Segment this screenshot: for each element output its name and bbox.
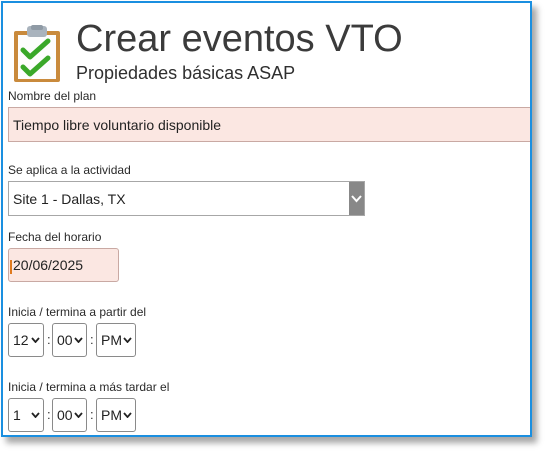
- plan-name-input[interactable]: Tiempo libre voluntario disponible: [8, 107, 530, 142]
- start-time-label: Inicia / termina a partir del: [8, 305, 147, 319]
- text-cursor: [10, 260, 12, 274]
- start-minute-select[interactable]: 00: [52, 323, 87, 357]
- plan-name-value: Tiempo libre voluntario disponible: [13, 116, 222, 133]
- time-separator: :: [90, 407, 94, 422]
- schedule-date-value: 20/06/2025: [13, 257, 84, 273]
- chevron-down-icon[interactable]: [349, 182, 364, 215]
- plan-name-label: Nombre del plan: [8, 89, 97, 103]
- time-separator: :: [47, 332, 51, 347]
- end-hour-select[interactable]: 1: [8, 398, 44, 432]
- clipboard-check-icon: [14, 25, 60, 82]
- end-ampm-select[interactable]: PM: [96, 398, 136, 432]
- chevron-down-icon: [74, 412, 83, 418]
- end-hour-value: 1: [13, 407, 21, 423]
- chevron-down-icon: [123, 337, 132, 343]
- time-separator: :: [90, 332, 94, 347]
- start-minute-value: 00: [57, 332, 73, 348]
- page-subtitle: Propiedades básicas ASAP: [76, 63, 296, 83]
- end-ampm-value: PM: [101, 407, 122, 423]
- chevron-down-icon: [31, 412, 40, 418]
- end-minute-select[interactable]: 00: [52, 398, 87, 432]
- schedule-date-input[interactable]: 20/06/2025: [8, 248, 119, 282]
- start-ampm-value: PM: [101, 332, 122, 348]
- vto-dialog: Crear eventos VTO Propiedades básicas AS…: [1, 1, 532, 437]
- end-minute-value: 00: [57, 407, 73, 423]
- time-separator: :: [47, 407, 51, 422]
- activity-select[interactable]: Site 1 - Dallas, TX: [8, 181, 365, 216]
- schedule-date-label: Fecha del horario: [8, 230, 102, 244]
- start-hour-select[interactable]: 12: [8, 323, 44, 357]
- header: Crear eventos VTO Propiedades básicas AS…: [11, 3, 530, 89]
- chevron-down-icon: [31, 337, 40, 343]
- start-hour-value: 12: [13, 332, 29, 348]
- activity-selected-value: Site 1 - Dallas, TX: [13, 190, 126, 207]
- page-title: Crear eventos VTO: [76, 18, 403, 60]
- start-ampm-select[interactable]: PM: [96, 323, 136, 357]
- chevron-down-icon: [123, 412, 132, 418]
- activity-label: Se aplica a la actividad: [8, 163, 131, 177]
- chevron-down-icon: [74, 337, 83, 343]
- end-time-label: Inicia / termina a más tardar el: [8, 380, 170, 394]
